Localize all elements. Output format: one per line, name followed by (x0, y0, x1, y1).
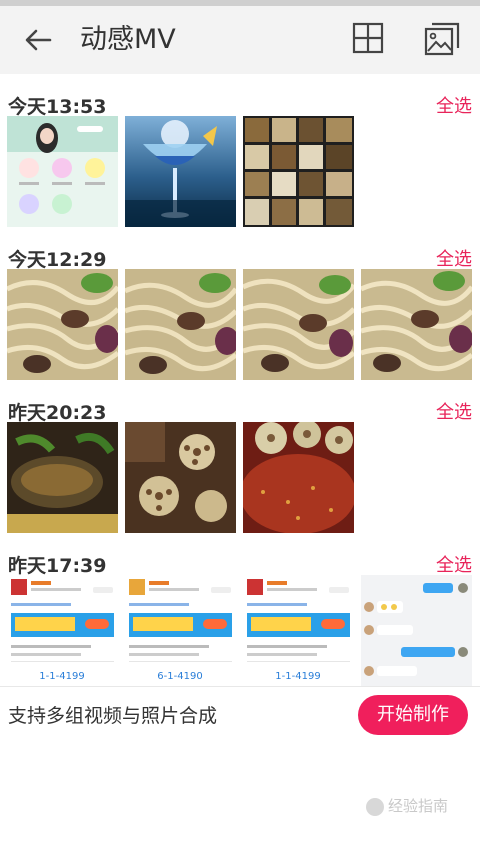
screenshot-code: 1-1-4199 (275, 671, 320, 682)
food-collage-photo (243, 116, 354, 227)
lotus-root-photo (125, 422, 236, 533)
photo-thumbnail[interactable] (7, 269, 118, 380)
spicy-sauce-photo (243, 422, 354, 533)
media-group: 今天12:29 全选 (0, 237, 480, 380)
photo-thumbnail[interactable] (361, 575, 472, 686)
grid-layout-icon[interactable] (352, 22, 384, 54)
noodles-photo (7, 269, 118, 380)
app-bar: 动感MV (0, 6, 480, 74)
watermark-text: 经验指南 (388, 797, 449, 815)
page-title: 动感MV (80, 24, 176, 55)
album-picture-icon[interactable] (424, 22, 460, 56)
photo-thumbnail[interactable] (125, 422, 236, 533)
group-time: 今天13:53 (8, 96, 107, 118)
photo-thumbnail[interactable] (243, 422, 354, 533)
start-making-button[interactable]: 开始制作 (358, 695, 468, 735)
photo-thumbnail[interactable] (7, 116, 118, 227)
merge-hint-text: 支持多组视频与照片合成 (8, 705, 218, 727)
media-group: 今天13:53 全选 (0, 84, 480, 227)
select-all-button[interactable]: 全选 (436, 92, 472, 118)
photo-thumbnail[interactable]: 1-1-4199 (7, 575, 118, 686)
photo-thumbnail[interactable] (125, 116, 236, 227)
photo-thumbnail[interactable] (125, 269, 236, 380)
photo-thumbnail[interactable] (7, 422, 118, 533)
select-all-button[interactable]: 全选 (436, 398, 472, 424)
media-list[interactable]: 今天13:53 全选 今天12:29 全选 昨天20:23 全选 昨天17:39… (0, 74, 480, 686)
watermark-logo-icon (366, 797, 384, 816)
app-screenshot-image: 1-1-4199 (243, 575, 354, 686)
group-time: 昨天20:23 (8, 402, 107, 424)
back-arrow-icon[interactable] (22, 24, 54, 56)
grilled-fish-photo (7, 422, 118, 533)
group-time: 今天12:29 (8, 249, 107, 271)
watermark: 经验指南 (366, 795, 448, 816)
bottom-action-bar: 支持多组视频与照片合成 开始制作 经验指南 (0, 686, 480, 854)
app-screenshot-image (7, 116, 118, 227)
app-screenshot-image: 6-1-4190 (125, 575, 236, 686)
photo-thumbnail[interactable]: 1-1-4199 (243, 575, 354, 686)
media-group: 昨天17:39 全选 1-1-4199 6-1-4190 1-1-4199 (0, 543, 480, 686)
select-all-button[interactable]: 全选 (436, 245, 472, 271)
chat-screenshot-image (361, 575, 472, 686)
noodles-photo (125, 269, 236, 380)
noodles-photo (243, 269, 354, 380)
photo-thumbnail[interactable] (361, 269, 472, 380)
app-screenshot-image: 1-1-4199 (7, 575, 118, 686)
screenshot-code: 6-1-4190 (157, 671, 202, 682)
photo-thumbnail[interactable] (243, 116, 354, 227)
media-group: 昨天20:23 全选 (0, 390, 480, 533)
cocktail-photo (125, 116, 236, 227)
photo-thumbnail[interactable] (243, 269, 354, 380)
noodles-photo (361, 269, 472, 380)
screenshot-code: 1-1-4199 (39, 671, 84, 682)
photo-thumbnail[interactable]: 6-1-4190 (125, 575, 236, 686)
select-all-button[interactable]: 全选 (436, 551, 472, 577)
group-time: 昨天17:39 (8, 555, 107, 577)
